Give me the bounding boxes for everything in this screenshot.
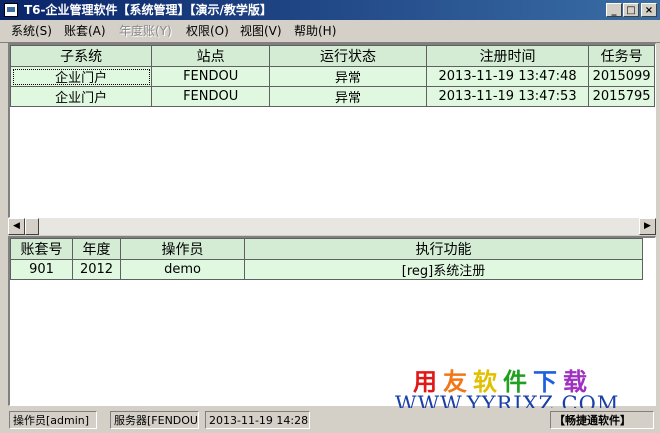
cell-register-time[interactable]: 2013-11-19 13:47:48 [425, 66, 590, 87]
arrow-left-icon: ◀ [13, 221, 20, 231]
minimize-button[interactable]: _ [606, 3, 622, 17]
task-table: 账套号 年度 操作员 执行功能 901 2012 demo [reg]系统注册 [10, 238, 643, 280]
cell-function[interactable]: [reg]系统注册 [244, 259, 643, 280]
cell-run-status[interactable]: 异常 [269, 66, 427, 87]
status-brand: 【畅捷通软件】 [550, 411, 654, 429]
cell-subsystem[interactable]: 企业门户 [10, 86, 153, 107]
col-register-time[interactable]: 注册时间 [425, 45, 590, 67]
window-title: T6-企业管理软件【系统管理】【演示/教学版】 [24, 3, 272, 17]
menu-permission[interactable]: 权限(O) [186, 23, 229, 39]
col-subsystem[interactable]: 子系统 [10, 45, 153, 67]
cell-task-id[interactable]: 2015099 [588, 66, 655, 87]
subsystem-table: 子系统 站点 运行状态 注册时间 任务号 企业门户 FENDOU 异常 2013… [10, 45, 655, 107]
status-datetime: 2013-11-19 14:28 [205, 411, 310, 429]
table-row[interactable]: 901 2012 demo [reg]系统注册 [10, 259, 643, 280]
menu-annual-account[interactable]: 年度账(Y) [119, 23, 172, 39]
cell-year[interactable]: 2012 [72, 259, 121, 280]
col-year[interactable]: 年度 [72, 238, 121, 260]
cell-site[interactable]: FENDOU [151, 86, 271, 107]
scroll-left-button[interactable]: ◀ [8, 218, 25, 235]
col-operator[interactable]: 操作员 [120, 238, 245, 260]
scroll-right-button[interactable]: ▶ [639, 218, 656, 235]
status-server: 服务器[FENDOU] [110, 411, 199, 429]
arrow-right-icon: ▶ [644, 221, 651, 231]
menu-account-set[interactable]: 账套(A) [64, 23, 106, 39]
cell-run-status[interactable]: 异常 [269, 86, 427, 107]
status-bar: 操作员[admin] 服务器[FENDOU] 2013-11-19 14:28 … [0, 408, 660, 433]
cell-operator[interactable]: demo [120, 259, 245, 280]
subsystem-panel: 子系统 站点 运行状态 注册时间 任务号 企业门户 FENDOU 异常 2013… [8, 43, 656, 218]
table-header-row: 子系统 站点 运行状态 注册时间 任务号 [10, 45, 655, 67]
menu-help[interactable]: 帮助(H) [294, 23, 336, 39]
col-function[interactable]: 执行功能 [244, 238, 643, 260]
menu-system[interactable]: 系统(S) [11, 23, 52, 39]
app-icon[interactable] [4, 3, 18, 17]
table-row[interactable]: 企业门户 FENDOU 异常 2013-11-19 13:47:48 20150… [10, 66, 655, 87]
col-site[interactable]: 站点 [151, 45, 271, 67]
title-bar[interactable]: T6-企业管理软件【系统管理】【演示/教学版】 _ □ × [0, 0, 660, 20]
col-task-id[interactable]: 任务号 [588, 45, 655, 67]
menu-bar: 系统(S) 账套(A) 年度账(Y) 权限(O) 视图(V) 帮助(H) [0, 20, 660, 43]
cell-site[interactable]: FENDOU [151, 66, 271, 87]
cell-register-time[interactable]: 2013-11-19 13:47:53 [425, 86, 590, 107]
horizontal-scrollbar[interactable]: ◀ ▶ [8, 218, 656, 235]
cell-account-no[interactable]: 901 [10, 259, 73, 280]
close-button[interactable]: × [641, 3, 657, 17]
table-row[interactable]: 企业门户 FENDOU 异常 2013-11-19 13:47:53 20157… [10, 86, 655, 107]
cell-subsystem[interactable]: 企业门户 [10, 66, 153, 87]
cell-task-id[interactable]: 2015795 [588, 86, 655, 107]
scroll-thumb[interactable] [25, 218, 39, 235]
col-account-no[interactable]: 账套号 [10, 238, 73, 260]
menu-view[interactable]: 视图(V) [240, 23, 282, 39]
status-operator: 操作员[admin] [9, 411, 97, 429]
maximize-button[interactable]: □ [623, 3, 639, 17]
col-run-status[interactable]: 运行状态 [269, 45, 427, 67]
table-header-row: 账套号 年度 操作员 执行功能 [10, 238, 643, 260]
